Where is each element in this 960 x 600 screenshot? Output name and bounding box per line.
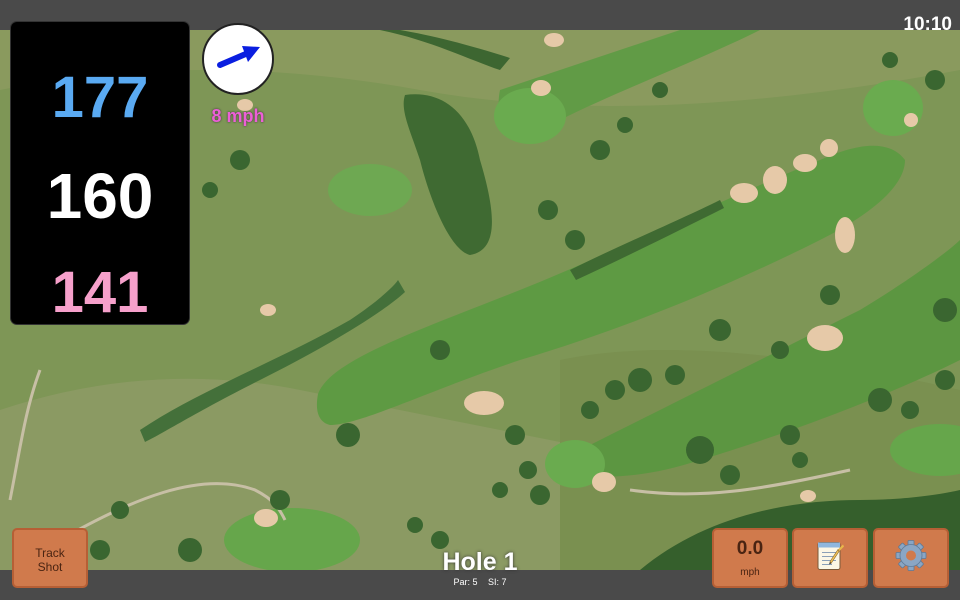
track-shot-label-line2: Shot xyxy=(37,560,63,574)
track-shot-button[interactable]: Track Shot xyxy=(12,528,88,588)
notepad-icon xyxy=(815,540,845,577)
back-distance: 177 xyxy=(51,65,149,130)
speed-button[interactable]: 0.0 mph xyxy=(712,528,788,588)
par-label: Par: 5 xyxy=(453,577,478,587)
wind-speed: 8 mph xyxy=(211,106,265,126)
stroke-index-label: SI: 7 xyxy=(488,577,507,587)
track-shot-label-line1: Track xyxy=(35,546,65,560)
middle-distance: 160 xyxy=(46,160,154,232)
clock: 10:10 xyxy=(903,14,952,35)
gear-icon xyxy=(894,539,928,578)
settings-button[interactable] xyxy=(873,528,949,588)
hole-title: Hole 1 xyxy=(442,548,518,576)
wind-indicator xyxy=(202,23,274,95)
distance-panel: 177 160 141 xyxy=(11,22,189,325)
hole-info: Par: 5 SI: 7 xyxy=(380,577,580,587)
speed-value: 0.0 xyxy=(736,538,764,559)
notes-button[interactable] xyxy=(792,528,868,588)
front-distance: 141 xyxy=(51,260,149,325)
arrow-right-icon xyxy=(217,46,260,68)
speed-unit: mph xyxy=(740,567,760,578)
